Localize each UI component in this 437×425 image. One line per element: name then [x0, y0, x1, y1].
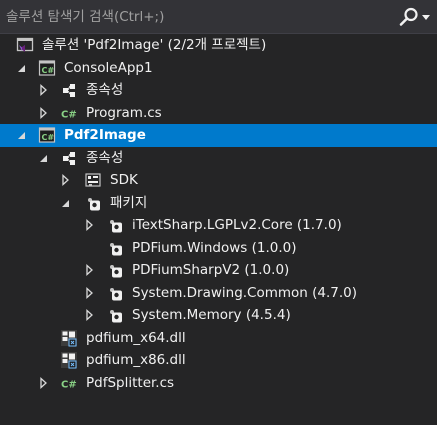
svg-text:C#: C#	[61, 379, 77, 390]
package-icon	[84, 194, 102, 212]
tree-item-label: 패키지	[110, 194, 148, 211]
csharp-file-icon: C#	[60, 104, 78, 122]
tree-item-label: ConsoleApp1	[64, 59, 153, 76]
dll-file-icon	[60, 351, 78, 369]
tree-item-label: 종속성	[86, 82, 124, 98]
collapsed-arrow-icon[interactable]	[84, 259, 96, 282]
sdk-icon	[84, 171, 102, 189]
tree-item-label: Pdf2Image	[64, 127, 146, 143]
tree-item-file-pdfsplitter-cs[interactable]: C# PdfSplitter.cs	[0, 372, 437, 395]
package-icon	[106, 216, 124, 234]
tree-item-file-pdfium-x86-dll[interactable]: pdfium_x86.dll	[0, 349, 437, 372]
solution-explorer-search: 솔루션 탐색기 검색(Ctrl+;)	[0, 0, 437, 34]
tree-item-package-pdfium-windows[interactable]: PDFium.Windows (1.0.0)	[0, 237, 437, 260]
package-icon	[106, 284, 124, 302]
tree-item-label: Program.cs	[86, 104, 162, 121]
tree-item-packages[interactable]: 패키지	[0, 192, 437, 215]
expanded-arrow-icon[interactable]	[38, 147, 50, 170]
tree-item-label: PdfSplitter.cs	[86, 374, 175, 391]
package-icon	[106, 261, 124, 279]
dll-file-icon	[60, 329, 78, 347]
tree-item-dependencies-pdf2image[interactable]: 종속성	[0, 147, 437, 170]
tree-item-sdk[interactable]: SDK	[0, 169, 437, 192]
tree-item-label: System.Drawing.Common (4.7.0)	[132, 284, 358, 301]
tree-item-project-consoleapp1[interactable]: C# ConsoleApp1	[0, 57, 437, 80]
dependencies-icon	[60, 81, 78, 99]
search-icon[interactable]	[398, 6, 420, 28]
tree-item-label: PDFiumSharpV2 (1.0.0)	[132, 262, 290, 278]
svg-text:C#: C#	[61, 109, 77, 120]
tree-item-package-system-memory[interactable]: System.Memory (4.5.4)	[0, 304, 437, 327]
tree-item-solution[interactable]: 솔루션 'Pdf2Image' (2/2개 프로젝트)	[0, 34, 437, 57]
tree-item-package-system-drawing-common[interactable]: System.Drawing.Common (4.7.0)	[0, 282, 437, 305]
tree-item-dependencies-consoleapp1[interactable]: 종속성	[0, 79, 437, 102]
csharp-file-icon: C#	[60, 374, 78, 392]
expanded-arrow-icon[interactable]	[16, 124, 28, 147]
tree-item-label: iTextSharp.LGPLv2.Core (1.7.0)	[132, 217, 342, 233]
package-icon	[106, 239, 124, 257]
tree-item-label: PDFium.Windows (1.0.0)	[132, 239, 297, 256]
search-options-dropdown-icon[interactable]	[422, 15, 430, 20]
solution-icon	[16, 36, 34, 54]
collapsed-arrow-icon[interactable]	[60, 169, 72, 192]
expanded-arrow-icon[interactable]	[60, 192, 72, 215]
csharp-project-icon: C#	[38, 126, 56, 144]
tree-item-package-pdfiumsharpv2[interactable]: PDFiumSharpV2 (1.0.0)	[0, 259, 437, 282]
tree-item-label: System.Memory (4.5.4)	[132, 307, 291, 323]
dependencies-icon	[60, 149, 78, 167]
collapsed-arrow-icon[interactable]	[84, 304, 96, 327]
svg-text:C#: C#	[42, 66, 55, 75]
tree-item-package-itextsharp[interactable]: iTextSharp.LGPLv2.Core (1.7.0)	[0, 214, 437, 237]
collapsed-arrow-icon[interactable]	[38, 102, 50, 125]
collapsed-arrow-icon[interactable]	[84, 282, 96, 305]
tree-item-file-pdfium-x64-dll[interactable]: pdfium_x64.dll	[0, 327, 437, 350]
tree-item-label: 종속성	[86, 149, 124, 166]
tree-item-label: SDK	[110, 172, 138, 188]
package-icon	[106, 306, 124, 324]
tree-item-label: pdfium_x64.dll	[86, 329, 186, 346]
collapsed-arrow-icon[interactable]	[38, 79, 50, 102]
solution-tree: 솔루션 'Pdf2Image' (2/2개 프로젝트) C# ConsoleApp1…	[0, 34, 437, 394]
tree-item-file-program-cs[interactable]: C# Program.cs	[0, 102, 437, 125]
search-input[interactable]: 솔루션 탐색기 검색(Ctrl+;)	[6, 0, 164, 34]
svg-text:C#: C#	[42, 133, 55, 142]
collapsed-arrow-icon[interactable]	[38, 372, 50, 395]
tree-item-label: 솔루션 'Pdf2Image' (2/2개 프로젝트)	[42, 37, 267, 53]
tree-item-project-pdf2image[interactable]: C# Pdf2Image	[0, 124, 437, 147]
expanded-arrow-icon[interactable]	[16, 57, 28, 80]
csharp-project-icon: C#	[38, 59, 56, 77]
collapsed-arrow-icon[interactable]	[84, 214, 96, 237]
tree-item-label: pdfium_x86.dll	[86, 352, 186, 368]
